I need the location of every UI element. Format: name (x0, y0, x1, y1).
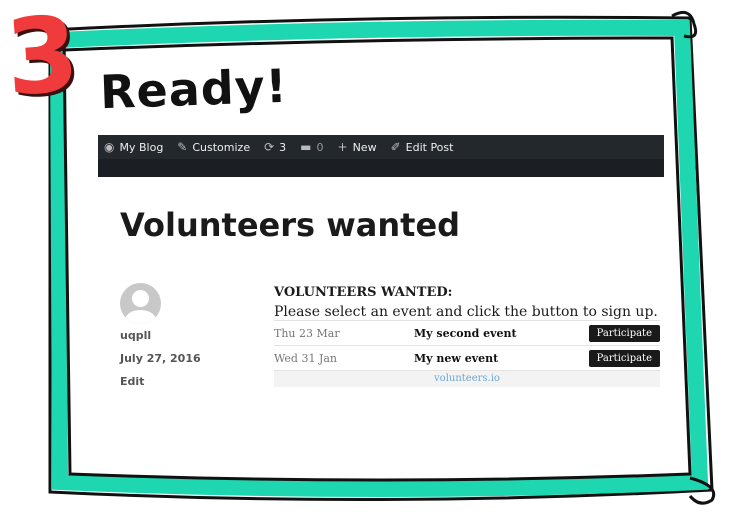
brush-icon: ✎ (177, 140, 188, 154)
widget-instruction: Please select an event and click the but… (274, 304, 658, 320)
event-date: Thu 23 Mar (274, 326, 340, 340)
step-title: Ready! (99, 58, 289, 120)
comment-icon: ▬ (300, 140, 312, 154)
event-date: Wed 31 Jan (274, 351, 338, 365)
post-date[interactable]: July 27, 2016 (120, 352, 201, 365)
pencil-icon: ✐ (390, 140, 401, 154)
volunteers-io-link[interactable]: volunteers.io (274, 371, 660, 387)
participate-button[interactable]: Participate (588, 324, 660, 342)
admin-bar-label: New (352, 140, 377, 154)
admin-bar-label: Customize (192, 140, 251, 154)
post-author[interactable]: uqpll (120, 329, 151, 342)
avatar (120, 283, 161, 324)
dashboard-icon: ◉ (104, 140, 115, 154)
admin-bar-comments[interactable]: ▬ 0 (300, 140, 323, 154)
event-name: My new event (414, 351, 499, 365)
admin-bar-customize[interactable]: ✎ Customize (177, 140, 250, 154)
post-title: Volunteers wanted (120, 206, 461, 244)
event-name: My second event (414, 326, 517, 340)
event-row: Thu 23 Mar My second event Participate (274, 321, 660, 346)
admin-bar-label: 3 (279, 140, 287, 154)
events-table: Thu 23 Mar My second event Participate W… (274, 320, 660, 387)
step-number: 3 (1, 0, 83, 120)
admin-bar-label: My Blog (119, 140, 164, 154)
post-page: Volunteers wanted uqpll July 27, 2016 Ed… (100, 180, 662, 470)
admin-bar-label: Edit Post (405, 140, 454, 154)
admin-bar-label: 0 (316, 140, 324, 154)
wp-admin-bar: ◉ My Blog ✎ Customize ⟳ 3 ▬ 0 + New ✐ Ed… (98, 135, 664, 177)
widget-heading: VOLUNTEERS WANTED: (274, 285, 453, 300)
avatar-head (132, 290, 149, 307)
admin-bar-new[interactable]: + New (338, 140, 377, 154)
admin-bar-my-blog[interactable]: ◉ My Blog (104, 140, 163, 154)
edit-link[interactable]: Edit (120, 375, 144, 388)
participate-button[interactable]: Participate (588, 349, 660, 367)
admin-bar-updates[interactable]: ⟳ 3 (264, 140, 286, 154)
plus-icon: + (337, 140, 348, 154)
avatar-body (125, 310, 156, 324)
admin-bar-strip (98, 159, 664, 177)
admin-bar-edit-post[interactable]: ✐ Edit Post (391, 140, 454, 154)
refresh-icon: ⟳ (264, 140, 275, 154)
volunteer-widget: VOLUNTEERS WANTED: Please select an even… (274, 285, 664, 387)
event-row: Wed 31 Jan My new event Participate (274, 346, 660, 371)
